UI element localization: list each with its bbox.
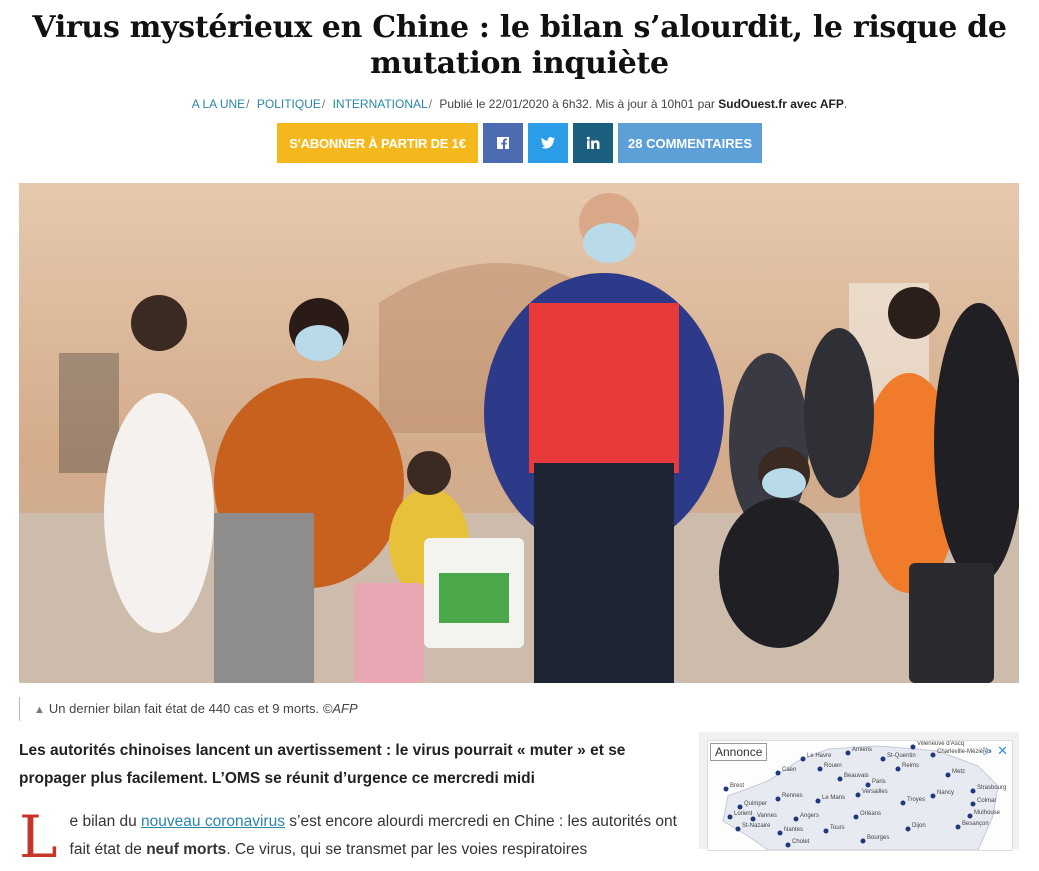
article-photo (19, 183, 1019, 683)
map-marker (880, 756, 886, 762)
drop-cap: L (19, 803, 58, 871)
map-city-label: Le Mans (822, 795, 845, 801)
breadcrumb-politique[interactable]: POLITIQUE (257, 97, 321, 111)
map-city-label: Paris (872, 779, 886, 785)
map-marker (860, 838, 866, 844)
map-marker (845, 750, 851, 756)
map-city-label: Reims (902, 763, 919, 769)
map-city-label: Colmar (977, 798, 996, 804)
map-city-label: Beauvais (844, 773, 869, 779)
article-lead: Les autorités chinoises lancent un avert… (19, 742, 626, 787)
linkedin-share-button[interactable] (573, 123, 613, 163)
article-meta: A LA UNE/ POLITIQUE/ INTERNATIONAL/ Publ… (191, 97, 848, 111)
map-city-label: Bourges (867, 835, 889, 841)
ad-choices-icon[interactable]: ▷ (984, 744, 992, 757)
map-marker (855, 792, 861, 798)
map-city-label: St-Quentin (887, 753, 916, 759)
map-marker (900, 800, 906, 806)
map-marker (777, 830, 783, 836)
map-marker (967, 813, 973, 819)
map-city-label: Caen (782, 767, 796, 773)
photo-illustration (19, 183, 1019, 683)
map-city-label: Brest (730, 783, 744, 789)
map-city-label: St-Nazaire (742, 823, 771, 829)
map-marker (737, 804, 743, 810)
map-city-label: Metz (952, 769, 965, 775)
map-marker (727, 814, 733, 820)
map-city-label: Cholet (792, 839, 810, 845)
map-marker (930, 752, 936, 758)
map-city-label: Le Havre (807, 753, 832, 759)
map-city-label: Troyes (907, 797, 925, 803)
map-marker (837, 776, 843, 782)
map-marker (865, 782, 871, 788)
map-city-label: Nancy (937, 790, 954, 796)
photo-caption: ▲ Un dernier bilan fait état de 440 cas e… (19, 697, 358, 721)
linkedin-icon (586, 136, 600, 149)
map-marker (970, 788, 976, 794)
map-city-label: Vannes (757, 813, 777, 819)
map-city-label: Angers (800, 813, 819, 819)
map-city-label: Quimper (744, 801, 767, 807)
map-marker (970, 801, 976, 807)
map-city-label: Nantes (784, 827, 803, 833)
caption-text: Un dernier bilan fait état de 440 cas et… (48, 701, 320, 716)
subscribe-button[interactable]: S'ABONNER À PARTIR DE 1€ (277, 123, 478, 163)
publish-info: Publié le 22/01/2020 à 6h32. Mis à jour … (439, 97, 715, 111)
map-marker (775, 770, 781, 776)
map-marker (955, 824, 961, 830)
twitter-icon (541, 137, 555, 149)
breadcrumb-international[interactable]: INTERNATIONAL (333, 97, 428, 111)
publish-author: SudOuest.fr avec AFP (718, 97, 844, 111)
article-body: Le bilan du nouveau coronavirus s’est en… (19, 803, 677, 871)
map-city-label: Mulhouse (974, 810, 1001, 816)
map-city-label: Versailles (862, 789, 888, 795)
map-marker (895, 766, 901, 772)
map-marker (800, 756, 806, 762)
map-marker (910, 744, 916, 750)
twitter-share-button[interactable] (528, 123, 568, 163)
triangle-up-icon: ▲ (34, 704, 45, 716)
map-marker (815, 798, 821, 804)
map-marker (793, 816, 799, 822)
map-marker (905, 826, 911, 832)
facebook-share-button[interactable] (483, 123, 523, 163)
facebook-icon (497, 137, 509, 149)
map-city-label: Rouen (824, 763, 842, 769)
map-marker (930, 793, 936, 799)
map-city-label: Besançon (962, 821, 989, 827)
map-marker (817, 766, 823, 772)
ad-close-icon[interactable]: ✕ (997, 743, 1008, 759)
coronavirus-link[interactable]: nouveau coronavirus (141, 813, 285, 830)
photo-credit: ©AFP (322, 701, 358, 716)
ad-label: Annonce (710, 743, 768, 761)
map-marker (750, 816, 756, 822)
map-marker (785, 842, 791, 848)
map-city-label: Strasbourg (977, 785, 1006, 791)
map-marker (775, 796, 781, 802)
map-city-label: Lorient (734, 811, 753, 817)
map-city-label: Orléans (860, 811, 881, 817)
map-city-label: Dijon (912, 823, 926, 829)
map-marker (735, 826, 741, 832)
advertisement[interactable]: Annonce ▷ ✕ Le Havre Amiens St-Quentin Char… (699, 732, 1019, 851)
map-city-label: Rennes (782, 793, 803, 799)
map-marker (945, 772, 951, 778)
map-marker (853, 814, 859, 820)
map-city-label: Tours (830, 825, 845, 831)
article-actions: S'ABONNER À PARTIR DE 1€ 28 COMMENTAIRES (0, 123, 1039, 163)
map-city-label: Villeneuve d'Ascq (917, 741, 964, 747)
map-city-label: Amiens (852, 747, 872, 753)
map-marker (823, 828, 829, 834)
ad-map[interactable]: Annonce ▷ ✕ Le Havre Amiens St-Quentin Char… (707, 740, 1013, 851)
body-bold: neuf morts (146, 841, 227, 858)
article-title: Virus mystérieux en Chine : le bilan s’a… (32, 10, 1007, 81)
breadcrumb-a-la-une[interactable]: A LA UNE (192, 97, 245, 111)
comments-button[interactable]: 28 COMMENTAIRES (618, 123, 762, 163)
map-marker (723, 786, 729, 792)
